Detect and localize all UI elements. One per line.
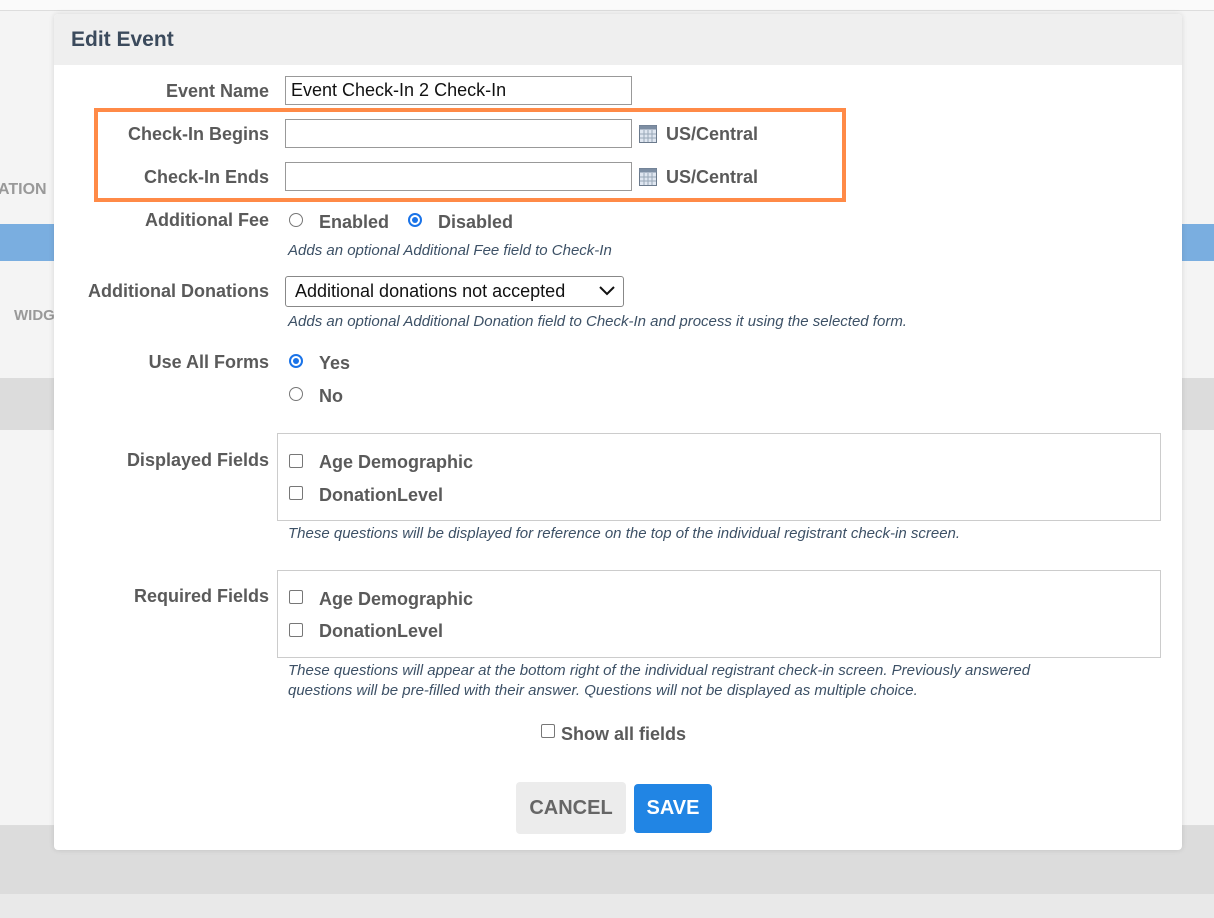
displayed-fields-box [277, 433, 1161, 521]
required-fields-help: questions will be pre-filled with their … [288, 682, 918, 699]
additional-donations-select[interactable]: Additional donations not accepted [285, 276, 624, 307]
required-fields-help: These questions will appear at the botto… [288, 662, 1031, 679]
fee-enabled-label[interactable]: Enabled [319, 212, 389, 233]
required-fields-label: Required Fields [133, 586, 269, 606]
displayed-fields-label: Displayed Fields [126, 450, 269, 470]
event-name-input[interactable] [285, 76, 632, 105]
cancel-button[interactable]: CANCEL [516, 782, 626, 834]
modal-title: Edit Event [54, 14, 1182, 65]
displayed-age-checkbox[interactable] [289, 454, 303, 468]
required-age-label[interactable]: Age Demographic [319, 589, 473, 610]
chevron-down-icon [599, 286, 615, 296]
show-all-fields-checkbox[interactable] [541, 724, 555, 738]
displayed-fields-help: These questions will be displayed for re… [288, 525, 961, 542]
required-donation-label[interactable]: DonationLevel [319, 621, 443, 642]
checkin-ends-input[interactable] [285, 162, 632, 191]
required-donation-checkbox[interactable] [289, 623, 303, 637]
fee-disabled-label[interactable]: Disabled [438, 212, 513, 233]
use-all-forms-no-label[interactable]: No [319, 386, 343, 407]
displayed-age-label[interactable]: Age Demographic [319, 452, 473, 473]
additional-fee-label: Additional Fee [144, 210, 269, 230]
checkin-ends-label: Check-In Ends [143, 167, 269, 187]
required-age-checkbox[interactable] [289, 590, 303, 604]
use-all-forms-label: Use All Forms [148, 352, 269, 372]
checkin-begins-label: Check-In Begins [127, 124, 269, 144]
edit-event-modal: Edit Event Event Name Check-In Begins US… [54, 14, 1182, 850]
timezone-label: US/Central [666, 167, 759, 187]
additional-fee-help: Adds an optional Additional Fee field to… [288, 242, 612, 259]
timezone-label: US/Central [666, 124, 759, 144]
page-top-bar [0, 0, 1214, 11]
save-button[interactable]: SAVE [634, 784, 712, 833]
fee-disabled-radio[interactable] [408, 213, 422, 227]
background-label: WIDG [14, 307, 55, 324]
fee-enabled-radio[interactable] [289, 213, 303, 227]
required-fields-box [277, 570, 1161, 658]
checkin-begins-input[interactable] [285, 119, 632, 148]
calendar-icon[interactable] [639, 168, 657, 186]
use-all-forms-no-radio[interactable] [289, 387, 303, 401]
additional-donations-label: Additional Donations [88, 281, 269, 301]
displayed-donation-label[interactable]: DonationLevel [319, 485, 443, 506]
select-value: Additional donations not accepted [295, 281, 566, 301]
additional-donations-help: Adds an optional Additional Donation fie… [288, 313, 907, 330]
calendar-icon[interactable] [639, 125, 657, 143]
show-all-fields-label[interactable]: Show all fields [561, 724, 686, 745]
event-name-label: Event Name [165, 81, 269, 101]
use-all-forms-yes-radio[interactable] [289, 354, 303, 368]
background-label: ATION [0, 181, 47, 198]
displayed-donation-checkbox[interactable] [289, 486, 303, 500]
use-all-forms-yes-label[interactable]: Yes [319, 353, 350, 374]
